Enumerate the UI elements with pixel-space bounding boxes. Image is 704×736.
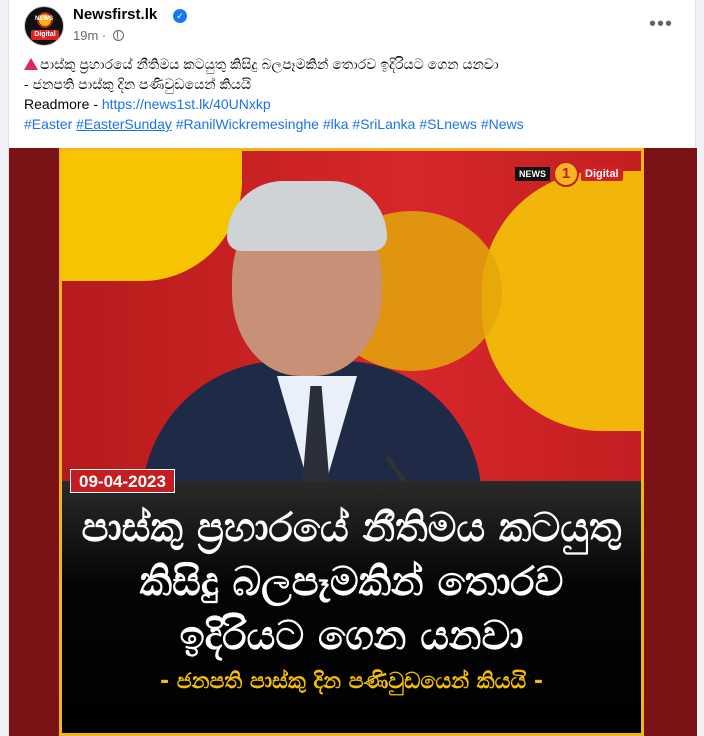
headline-panel: පාස්කු ප්‍රහාරයේ නීතිමය කටයුතු කිසිදු බල… [62,481,641,733]
readmore-line: Readmore - https://news1st.lk/40UNxkp [24,94,684,114]
hashtag-lka[interactable]: #lka [323,116,349,132]
hashtag-easter[interactable]: #Easter [24,116,72,132]
post-media[interactable]: NEWS 1 Digital පාස්කු ප්‍රහාරයේ නීතිමය ක… [9,148,697,736]
post-text-line2: - ජනපති පාස්කු දින පණිවුඩයෙන් කියයි [24,76,252,92]
hashtag-slnews[interactable]: #SLnews [419,116,477,132]
post-text: පාස්කු ප්‍රහාරයේ නීතිමය කටයුතු කිසිදු බල… [24,54,684,134]
post-text-line1: පාස්කු ප්‍රහාරයේ නීතිමය කටයුතු කිසිදු බල… [24,54,684,74]
hashtag-ranilwickremesinghe[interactable]: #RanilWickremesinghe [176,116,319,132]
subheadline: - ජනපති පාස්කු දින පණිවුඩයෙන් කියයි - [159,669,544,694]
timestamp[interactable]: 19m [73,28,98,43]
post-header: NEWS Digital Newsfirst.lk ✓ 19m · ••• [9,0,695,50]
readmore-link[interactable]: https://news1st.lk/40UNxkp [102,96,271,112]
post-meta: 19m · [73,28,124,43]
hashtag-srilanka[interactable]: #SriLanka [352,116,415,132]
avatar-text-bottom: Digital [31,30,59,40]
verified-icon: ✓ [173,9,187,23]
post-card: NEWS Digital Newsfirst.lk ✓ 19m · ••• පා… [8,0,697,736]
more-options-button[interactable]: ••• [647,10,675,38]
headline: පාස්කු ප්‍රහාරයේ නීතිමය කටයුතු කිසිදු බල… [81,505,622,659]
news1st-digital-logo: NEWS 1 Digital [515,161,635,187]
president-photo [102,171,502,511]
red-triangle-icon [24,58,38,70]
avatar[interactable]: NEWS Digital [24,6,64,46]
readmore-label: Readmore - [24,96,102,112]
post-image[interactable]: NEWS 1 Digital පාස්කු ප්‍රහාරයේ නීතිමය ක… [59,148,644,736]
hashtag-list: #Easter #EasterSunday #RanilWickremesing… [24,114,684,134]
avatar-text-top: NEWS [35,16,53,22]
globe-icon [112,30,124,41]
date-badge: 09-04-2023 [70,469,175,493]
hashtag-eastersunday[interactable]: #EasterSunday [76,116,172,132]
hashtag-news[interactable]: #News [481,116,524,132]
page-name[interactable]: Newsfirst.lk [73,6,157,23]
